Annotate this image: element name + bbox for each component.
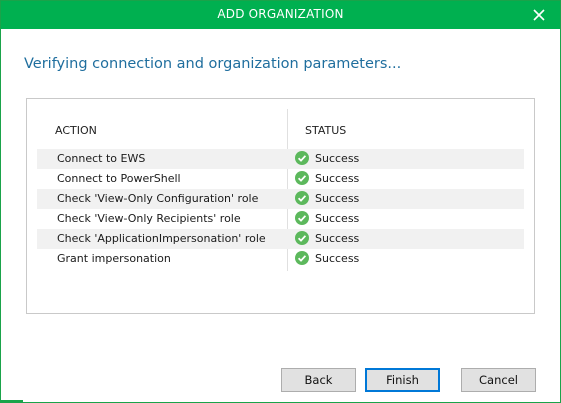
back-button[interactable]: Back [281,368,356,392]
status-text: Success [315,251,360,265]
status-text: Success [315,231,360,245]
status-cell: Success [295,171,359,185]
success-check-icon [295,171,309,185]
column-header-action: ACTION [55,124,97,137]
status-cell: Success [295,191,359,205]
table-row: Check 'View-Only Configuration' role Suc… [37,189,524,209]
table-row: Connect to PowerShell Success [37,169,524,189]
action-cell: Check 'ApplicationImpersonation' role [57,232,266,245]
success-check-icon [295,151,309,165]
action-cell: Check 'View-Only Configuration' role [57,192,259,205]
table-row: Grant impersonation Success [37,249,524,269]
column-header-status: STATUS [305,124,347,137]
table-row: Connect to EWS Success [37,149,524,169]
finish-button[interactable]: Finish [365,368,440,392]
status-cell: Success [295,251,359,265]
table-body: Connect to EWS Success Connect to PowerS… [37,149,524,269]
table-row: Check 'View-Only Recipients' role Succes… [37,209,524,229]
window-border-accent [1,400,23,402]
results-table: ACTION STATUS Connect to EWS Success Con… [26,98,535,314]
status-cell: Success [295,211,359,225]
close-icon[interactable] [532,8,546,22]
table-row: Check 'ApplicationImpersonation' role Su… [37,229,524,249]
action-cell: Check 'View-Only Recipients' role [57,212,241,225]
action-cell: Grant impersonation [57,252,171,265]
success-check-icon [295,191,309,205]
success-check-icon [295,251,309,265]
status-text: Success [315,151,360,165]
title-bar: ADD ORGANIZATION [1,1,560,29]
add-organization-dialog: ADD ORGANIZATION Verifying connection an… [0,0,561,403]
status-text: Success [315,171,360,185]
success-check-icon [295,211,309,225]
action-cell: Connect to EWS [57,152,146,165]
window-title: ADD ORGANIZATION [217,7,344,21]
status-cell: Success [295,151,359,165]
status-text: Success [315,211,360,225]
cancel-button[interactable]: Cancel [461,368,536,392]
success-check-icon [295,231,309,245]
status-text: Success [315,191,360,205]
action-cell: Connect to PowerShell [57,172,181,185]
page-heading: Verifying connection and organization pa… [24,56,402,72]
status-cell: Success [295,231,359,245]
